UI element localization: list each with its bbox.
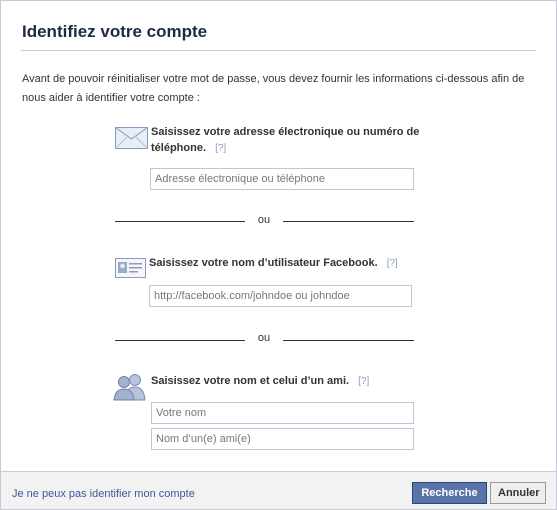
username-help-link[interactable]: [?]: [387, 258, 398, 269]
names-label: Saisissez votre nom et celui d’un ami. […: [151, 375, 370, 387]
envelope-icon: [115, 127, 148, 152]
email-or-phone-input[interactable]: Adresse électronique ou téléphone: [150, 168, 414, 190]
email-label: Saisissez votre adresse électronique ou …: [151, 126, 420, 154]
cancel-button[interactable]: Annuler: [490, 482, 546, 504]
friend-name-input[interactable]: Nom d’un(e) ami(e): [151, 428, 414, 450]
intro-text: Avant de pouvoir réinitialiser votre mot…: [22, 73, 525, 104]
dialog-title: Identifiez votre compte: [22, 22, 208, 41]
separator-line-right: [283, 221, 414, 222]
title-divider: [21, 50, 536, 51]
search-button[interactable]: Recherche: [412, 482, 487, 504]
separator-line-left: [115, 221, 245, 222]
id-card-icon: [115, 258, 146, 281]
facebook-username-input[interactable]: http://facebook.com/johndoe ou johndoe: [149, 285, 412, 307]
separator-or: ou: [257, 214, 271, 226]
friends-icon: [113, 373, 147, 404]
separator-or: ou: [257, 332, 271, 344]
names-help-link[interactable]: [?]: [358, 376, 369, 387]
username-label: Saisissez votre nom d’utilisateur Facebo…: [149, 257, 398, 269]
your-name-input[interactable]: Votre nom: [151, 402, 414, 424]
cannot-identify-account-link[interactable]: Je ne peux pas identifier mon compte: [12, 488, 195, 500]
separator-line-right: [283, 340, 414, 341]
separator-line-left: [115, 340, 245, 341]
identify-account-dialog: Identifiez votre compte Avant de pouvoir…: [0, 0, 557, 510]
email-help-link[interactable]: [?]: [215, 143, 226, 154]
